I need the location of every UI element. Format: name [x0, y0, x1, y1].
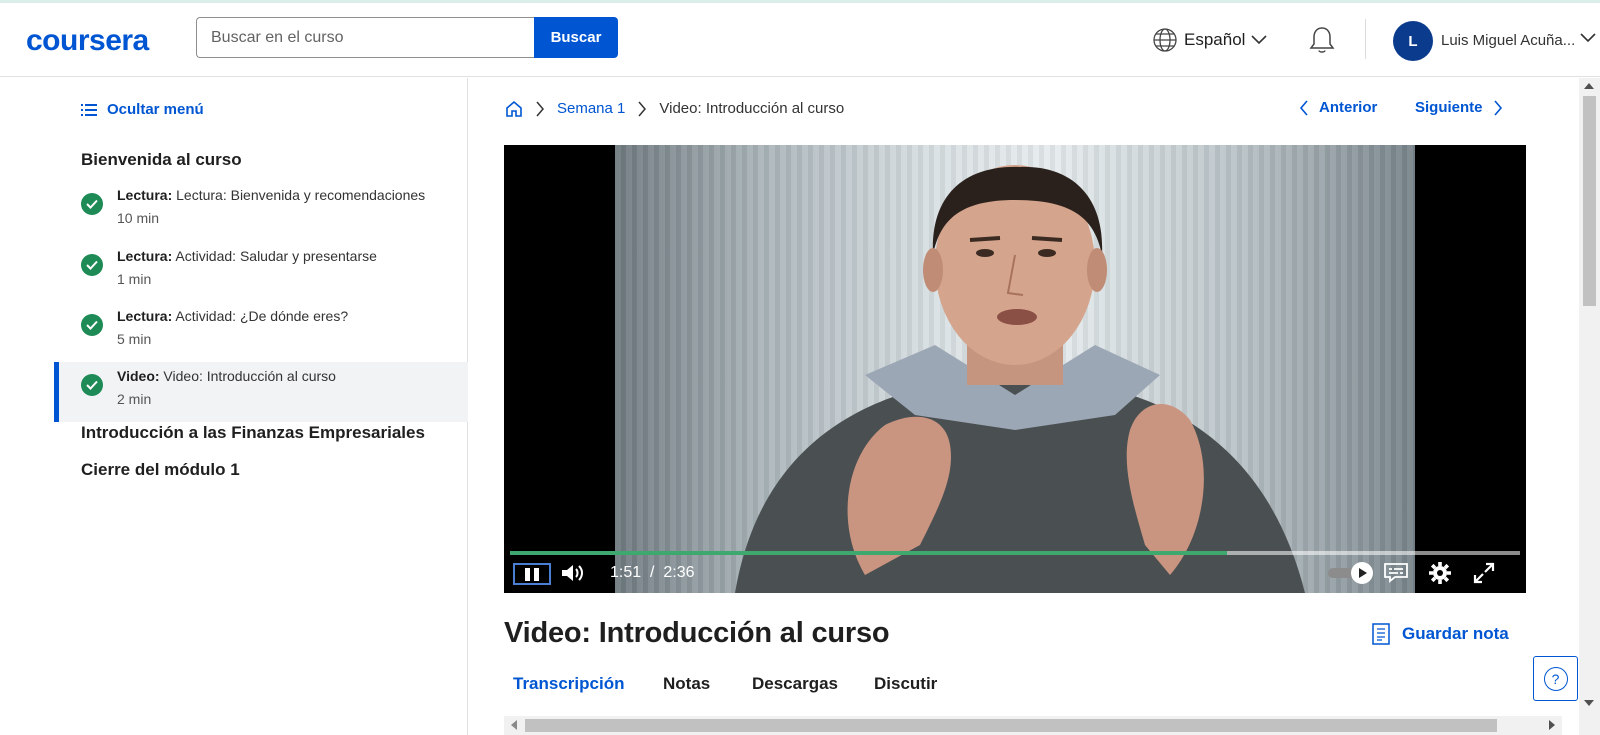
section-title[interactable]: Introducción a las Finanzas Empresariale… — [81, 423, 425, 443]
completed-check-icon — [81, 374, 103, 396]
vertical-scroll-thumb[interactable] — [1583, 96, 1596, 306]
section-title[interactable]: Bienvenida al curso — [81, 150, 242, 170]
scroll-right-arrow[interactable] — [1549, 720, 1555, 730]
video-title: Video: Introducción al curso — [504, 617, 890, 649]
fullscreen-icon[interactable] — [1472, 561, 1496, 585]
home-icon[interactable] — [505, 100, 523, 117]
video-time: 1:51 / 2:36 — [610, 564, 695, 581]
chevron-left-icon — [1299, 99, 1308, 116]
settings-gear-icon[interactable] — [1428, 561, 1452, 585]
video-frame[interactable] — [615, 145, 1415, 593]
captions-icon[interactable] — [1383, 561, 1409, 583]
tab-notas[interactable]: Notas — [663, 674, 710, 694]
sidebar-item-title: Lectura: Lectura: Bienvenida y recomenda… — [117, 187, 426, 203]
tab-transcripcion[interactable]: Transcripción — [513, 674, 624, 694]
sidebar-item[interactable]: Lectura: Lectura: Bienvenida y recomenda… — [54, 181, 468, 241]
video-progress-bar[interactable] — [510, 551, 1520, 555]
video-player[interactable]: 1:51 / 2:36 — [504, 145, 1526, 593]
presenter-video-image — [735, 165, 1305, 593]
section-title[interactable]: Cierre del módulo 1 — [81, 460, 240, 480]
completed-check-icon — [81, 314, 103, 336]
horizontal-scroll-thumb[interactable] — [525, 719, 1497, 732]
video-progress-fill — [510, 551, 1228, 555]
sidebar-item-duration: 1 min — [117, 271, 152, 287]
total-duration: 2:36 — [663, 564, 695, 581]
sidebar-item-title: Video: Video: Introducción al curso — [117, 368, 336, 384]
sidebar-item[interactable]: Lectura: Actividad: Saludar y presentars… — [54, 242, 468, 302]
main-content: Semana 1 Video: Introducción al curso An… — [469, 78, 1579, 735]
sidebar-item-duration: 10 min — [117, 210, 160, 226]
coursera-logo[interactable]: coursera — [26, 24, 149, 58]
tab-descargas[interactable]: Descargas — [752, 674, 838, 694]
scroll-up-arrow[interactable] — [1584, 83, 1594, 89]
breadcrumb-current: Video: Introducción al curso — [659, 100, 845, 117]
course-search-input[interactable] — [196, 17, 534, 58]
hide-menu-button[interactable]: Ocultar menú — [81, 101, 204, 118]
scroll-down-arrow[interactable] — [1584, 700, 1594, 706]
help-icon: ? — [1543, 666, 1568, 691]
user-avatar[interactable]: L — [1393, 21, 1433, 61]
chevron-right-icon — [637, 101, 647, 117]
breadcrumb: Semana 1 Video: Introducción al curso — [505, 100, 844, 117]
save-note-button[interactable]: Guardar nota — [1372, 623, 1509, 645]
sidebar-item-title: Lectura: Actividad: ¿De dónde eres? — [117, 308, 349, 324]
search-button[interactable]: Buscar — [534, 17, 618, 58]
chevron-right-icon — [1493, 99, 1502, 116]
scroll-left-arrow[interactable] — [511, 720, 517, 730]
horizontal-scrollbar[interactable] — [504, 716, 1562, 735]
pause-icon — [525, 567, 530, 581]
globe-icon — [1153, 28, 1177, 52]
user-name[interactable]: Luis Miguel Acuña... — [1441, 32, 1575, 49]
vertical-scrollbar[interactable] — [1579, 78, 1600, 735]
help-button[interactable]: ? — [1533, 656, 1578, 701]
next-button[interactable]: Siguiente — [1415, 99, 1503, 116]
volume-icon[interactable] — [560, 562, 586, 584]
language-label: Español — [1184, 30, 1246, 49]
sidebar-item-duration: 2 min — [117, 391, 152, 407]
top-header: coursera Buscar Español L Luis Miguel Ac… — [0, 3, 1600, 77]
completed-check-icon — [81, 254, 103, 276]
list-icon — [81, 103, 97, 116]
completed-check-icon — [81, 193, 103, 215]
previous-label: Anterior — [1319, 99, 1378, 116]
sidebar-item-active[interactable]: Video: Video: Introducción al curso 2 mi… — [54, 362, 468, 422]
previous-button[interactable]: Anterior — [1299, 99, 1377, 116]
sidebar-item[interactable]: Lectura: Actividad: ¿De dónde eres? 5 mi… — [54, 302, 468, 362]
next-label: Siguiente — [1415, 99, 1483, 116]
notification-bell-icon[interactable] — [1308, 25, 1336, 55]
header-divider — [1365, 19, 1366, 59]
chevron-down-icon — [1251, 35, 1268, 45]
current-time: 1:51 — [610, 564, 642, 581]
sidebar-item-duration: 5 min — [117, 331, 152, 347]
save-note-label: Guardar nota — [1402, 624, 1509, 643]
chevron-right-icon — [535, 101, 545, 117]
autoplay-toggle[interactable] — [1326, 561, 1376, 585]
note-icon — [1372, 623, 1390, 645]
sidebar-item-title: Lectura: Actividad: Saludar y presentars… — [117, 248, 377, 264]
course-sidebar: Ocultar menú Bienvenida al curso Lectura… — [0, 78, 468, 735]
content-tabs: Transcripción Notas Descargas Discutir — [504, 664, 1526, 708]
user-menu-chevron-icon[interactable] — [1580, 33, 1596, 43]
tab-discutir[interactable]: Discutir — [874, 674, 937, 694]
language-selector[interactable]: Español — [1152, 27, 1268, 53]
pause-button[interactable] — [513, 563, 551, 585]
breadcrumb-week-link[interactable]: Semana 1 — [557, 100, 625, 117]
hide-menu-label: Ocultar menú — [107, 101, 204, 118]
